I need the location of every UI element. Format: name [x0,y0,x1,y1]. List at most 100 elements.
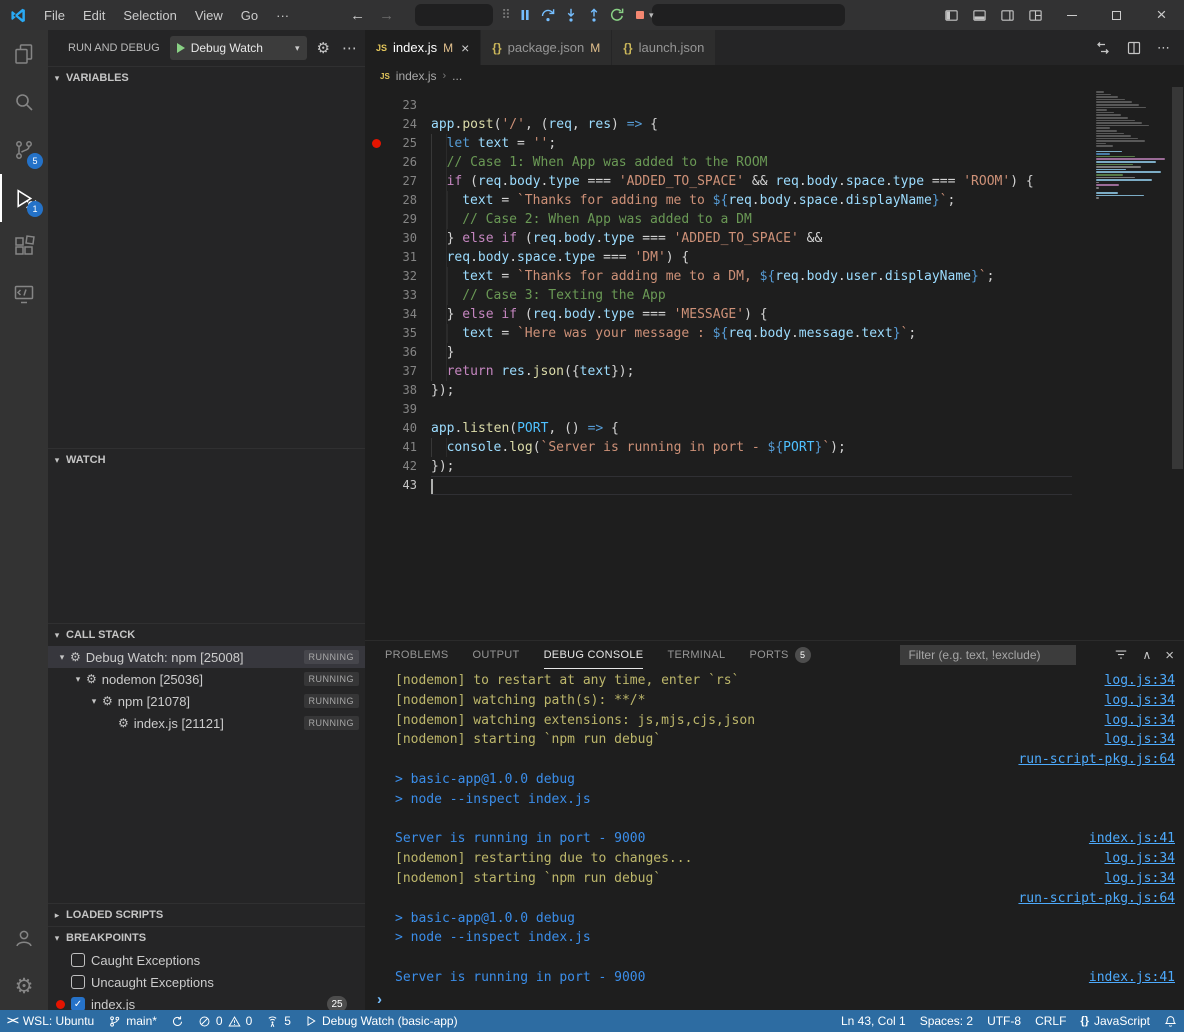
minimize-button[interactable] [1049,0,1094,30]
code-line-25[interactable]: 25let text = ''; [365,134,1184,153]
breakpoint-row[interactable]: Uncaught Exceptions [48,971,365,993]
toggle-panel-button[interactable] [965,0,993,30]
menu-more[interactable]: ··· [267,0,298,30]
eol-indicator[interactable]: CRLF [1028,1010,1073,1032]
step-over-button[interactable] [537,4,559,26]
maximize-button[interactable] [1094,0,1139,30]
indentation-indicator[interactable]: Spaces: 2 [913,1010,980,1032]
source-link[interactable]: run-script-pkg.js:64 [1018,750,1175,770]
breakpoint-row[interactable]: ✓index.js25 [48,993,365,1010]
breakpoint-gutter[interactable] [365,400,387,419]
breakpoint-gutter[interactable] [365,324,387,343]
menu-go[interactable]: Go [232,0,267,30]
debug-config-dropdown[interactable]: Debug Watch ▾ [170,36,307,60]
breadcrumb-symbol[interactable]: ... [452,69,462,83]
line-number[interactable]: 35 [387,324,417,343]
line-number[interactable]: 32 [387,267,417,286]
source-link[interactable]: log.js:34 [1105,711,1175,731]
breakpoint-icon[interactable] [372,139,381,148]
restart-button[interactable] [606,4,628,26]
editor-scrollbar[interactable] [1172,87,1183,469]
breakpoint-gutter[interactable] [365,210,387,229]
menu-selection[interactable]: Selection [114,0,185,30]
breakpoint-gutter[interactable] [365,96,387,115]
step-out-button[interactable] [583,4,605,26]
code-line-31[interactable]: 31req.body.space.type === 'DM') { [365,248,1184,267]
breakpoint-gutter[interactable] [365,172,387,191]
source-link[interactable]: log.js:34 [1105,869,1175,889]
line-number[interactable]: 24 [387,115,417,134]
start-debug-icon[interactable] [177,43,185,53]
accounts-icon[interactable] [0,914,48,962]
line-number[interactable]: 28 [387,191,417,210]
close-icon[interactable]: × [461,40,469,56]
line-number[interactable]: 43 [387,476,417,495]
breakpoint-gutter[interactable] [365,305,387,324]
menu-edit[interactable]: Edit [74,0,114,30]
variables-section-header[interactable]: ▾ VARIABLES [48,67,365,89]
line-number[interactable]: 26 [387,153,417,172]
more-actions-icon[interactable]: ⋯ [1157,40,1170,56]
toggle-primary-sidebar-button[interactable] [937,0,965,30]
code-line-36[interactable]: 36} [365,343,1184,362]
breakpoint-gutter[interactable] [365,248,387,267]
loaded-scripts-section-header[interactable]: ▸ LOADED SCRIPTS [48,904,365,926]
open-changes-icon[interactable] [1095,40,1111,56]
code-line-35[interactable]: 35text = `Here was your message : ${req.… [365,324,1184,343]
menu-file[interactable]: File [35,0,74,30]
breakpoint-gutter[interactable] [365,153,387,172]
line-number[interactable]: 42 [387,457,417,476]
checkbox[interactable]: ✓ [71,997,85,1010]
code-line-40[interactable]: 40app.listen(PORT, () => { [365,419,1184,438]
pause-button[interactable] [514,4,536,26]
source-link[interactable]: log.js:34 [1105,671,1175,691]
settings-gear-icon[interactable]: ⚙ [0,962,48,1010]
call-stack-row[interactable]: ▾⚙nodemon [25036]RUNNING [48,668,365,690]
split-editor-icon[interactable] [1126,40,1142,56]
language-indicator[interactable]: {} JavaScript [1073,1010,1157,1032]
code-line-33[interactable]: 33// Case 3: Texting the App [365,286,1184,305]
panel-tab-terminal[interactable]: TERMINAL [667,641,725,669]
source-link[interactable]: log.js:34 [1105,730,1175,750]
line-number[interactable]: 39 [387,400,417,419]
close-button[interactable]: × [1139,0,1184,30]
breakpoint-gutter[interactable] [365,229,387,248]
source-link[interactable]: log.js:34 [1105,849,1175,869]
breakpoint-gutter[interactable] [365,419,387,438]
code-editor[interactable]: 2324app.post('/', (req, res) => {25let t… [365,87,1184,640]
stop-button[interactable] [629,4,651,26]
panel-tab-ports[interactable]: PORTS5 [749,641,810,669]
tab-package.json[interactable]: {}package.jsonM [481,30,612,65]
line-number[interactable]: 34 [387,305,417,324]
code-line-41[interactable]: 41console.log(`Server is running in port… [365,438,1184,457]
code-line-32[interactable]: 32text = `Thanks for adding me to a DM, … [365,267,1184,286]
customize-layout-button[interactable] [1021,0,1049,30]
breakpoints-section-header[interactable]: ▾ BREAKPOINTS [48,927,365,949]
source-link[interactable]: run-script-pkg.js:64 [1018,889,1175,909]
call-stack-row[interactable]: ▾⚙npm [21078]RUNNING [48,690,365,712]
breadcrumb-file[interactable]: index.js [396,69,437,83]
sync-button[interactable] [164,1010,191,1032]
checkbox[interactable] [71,975,85,989]
watch-section-header[interactable]: ▾ WATCH [48,449,365,471]
breakpoint-row[interactable]: Caught Exceptions [48,949,365,971]
breakpoint-gutter[interactable] [365,362,387,381]
panel-tab-problems[interactable]: PROBLEMS [385,641,449,669]
branch-indicator[interactable]: main* [101,1010,164,1032]
breakpoint-gutter[interactable] [365,476,387,495]
command-center-right[interactable] [652,4,845,26]
call-stack-row[interactable]: ⚙index.js [21121]RUNNING [48,712,365,734]
stop-dropdown-chevron-icon[interactable]: ▾ [649,10,654,21]
code-line-29[interactable]: 29// Case 2: When App was added to a DM [365,210,1184,229]
cursor-position[interactable]: Ln 43, Col 1 [834,1010,913,1032]
notifications-bell[interactable] [1157,1010,1184,1032]
breakpoint-gutter[interactable] [365,286,387,305]
line-number[interactable]: 41 [387,438,417,457]
breakpoint-gutter[interactable] [365,438,387,457]
explorer-icon[interactable] [0,30,48,78]
line-number[interactable]: 25 [387,134,417,153]
breakpoint-gutter[interactable] [365,134,387,153]
breakpoint-gutter[interactable] [365,267,387,286]
line-number[interactable]: 37 [387,362,417,381]
code-line-43[interactable]: 43 [365,476,1184,495]
